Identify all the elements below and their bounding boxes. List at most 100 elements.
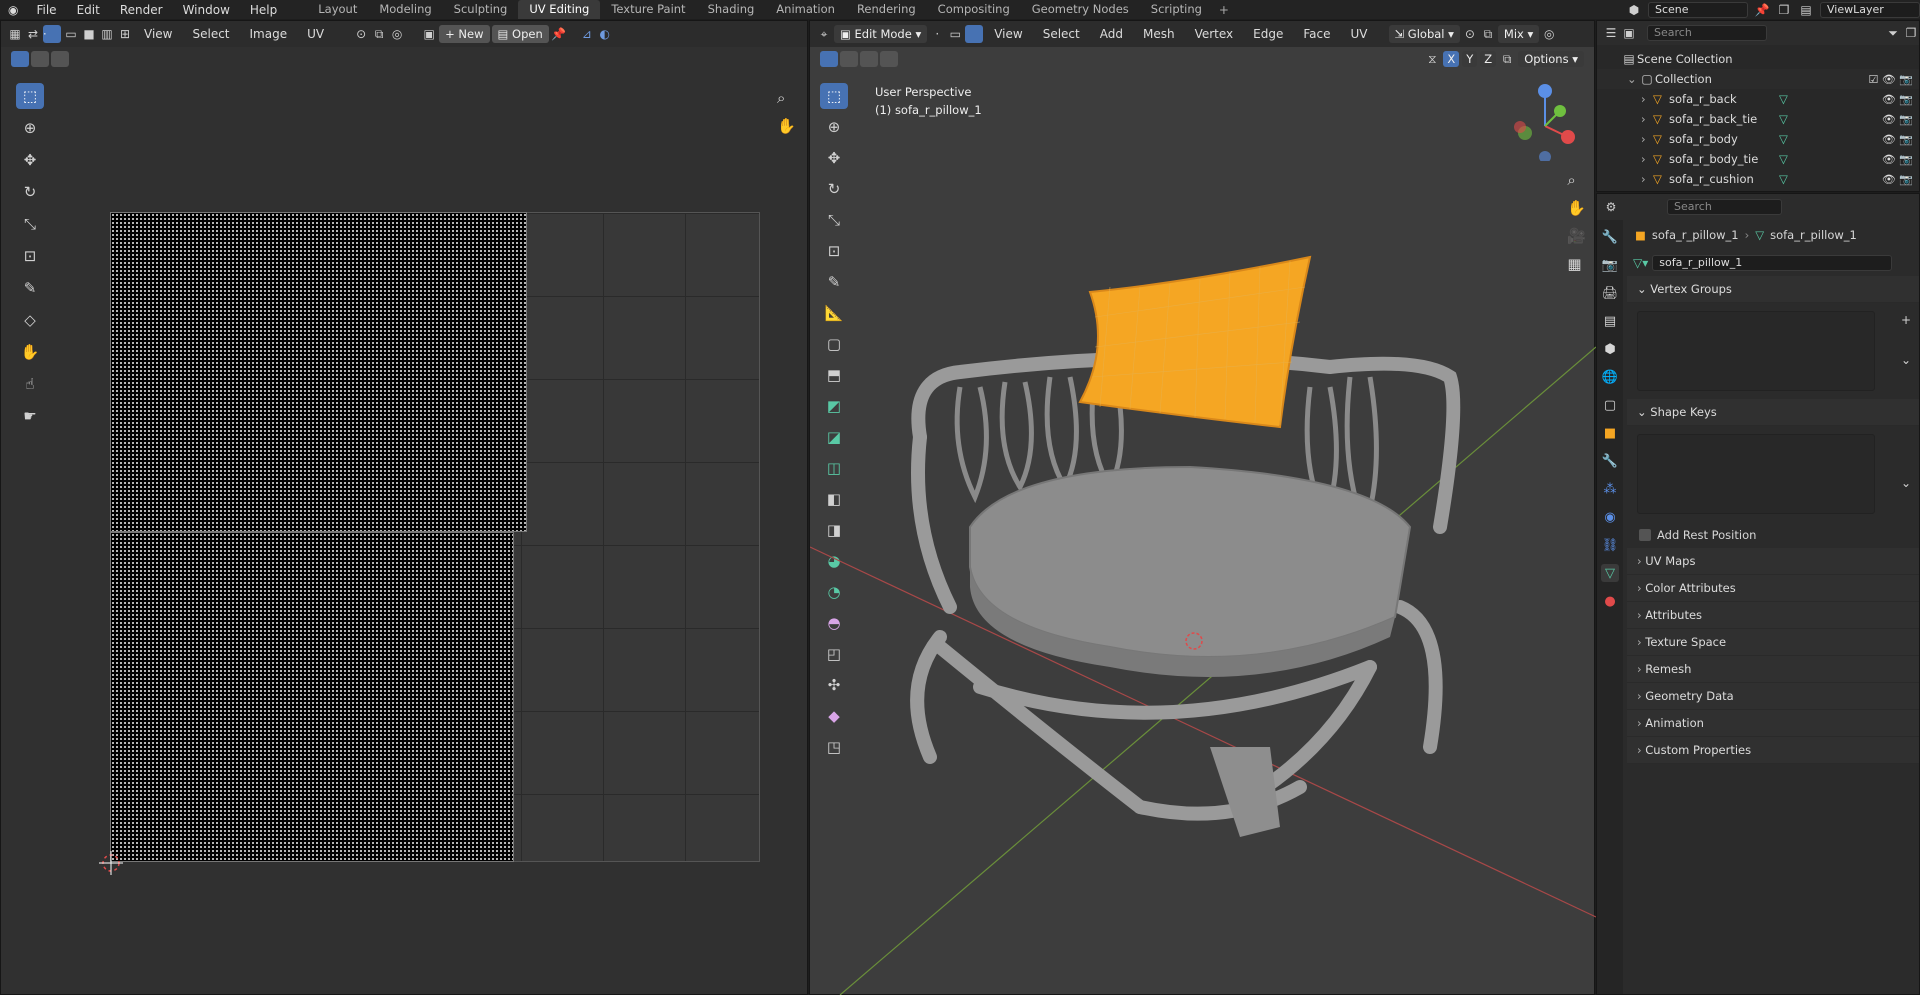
properties-type-icon[interactable]: ⚙	[1603, 199, 1619, 215]
expand-icon[interactable]: ›	[1641, 172, 1653, 186]
island-select-icon[interactable]: ▥	[99, 26, 115, 42]
menu-file[interactable]: File	[26, 3, 66, 17]
rip-tool[interactable]: ◇	[16, 307, 44, 333]
output-tab-icon[interactable]: 🖨	[1601, 284, 1619, 302]
sticky-select-icon[interactable]: ⊞	[117, 26, 133, 42]
vertex-mode-icon[interactable]: ·	[929, 26, 945, 42]
expand-icon[interactable]: ›	[1641, 152, 1653, 166]
workspace-tab-uv-editing[interactable]: UV Editing	[518, 0, 601, 19]
world-tab-icon[interactable]: 🌐	[1601, 368, 1619, 386]
menu-render[interactable]: Render	[110, 3, 173, 17]
annotate-tool[interactable]: ✎	[16, 275, 44, 301]
collection-row[interactable]: ⌄ ▢ Collection ☑ 👁 📷	[1597, 69, 1919, 89]
mesh-name-field[interactable]: sofa_r_pillow_1	[1652, 255, 1893, 271]
menu-edit[interactable]: Edit	[67, 3, 110, 17]
data-tab-icon[interactable]: ▽	[1601, 564, 1619, 582]
cursor-tool[interactable]: ⊕	[16, 115, 44, 141]
uv-select-new-icon[interactable]	[11, 51, 29, 67]
zoom-icon[interactable]: ⌕	[777, 89, 785, 107]
workspace-tab-modeling[interactable]: Modeling	[368, 0, 442, 19]
proportional-icon[interactable]: ◎	[389, 26, 405, 42]
vp-menu-select[interactable]: Select	[1034, 27, 1089, 41]
display-mode-icon[interactable]: ▣	[1621, 25, 1637, 41]
panel-texture-space[interactable]: › Texture Space	[1627, 629, 1919, 656]
object-visibility-icons[interactable]: 👁 📷	[1882, 173, 1913, 186]
properties-search[interactable]: Search	[1667, 199, 1782, 215]
snap-icon[interactable]: ⧉	[1480, 26, 1496, 42]
filter-icon[interactable]: ⏷	[1885, 25, 1901, 41]
blender-logo-icon[interactable]: ◉	[0, 3, 26, 17]
vp-menu-uv[interactable]: UV	[1342, 27, 1377, 41]
outliner-object-row[interactable]: › ▽ sofa_r_cushion ▽ 👁 📷	[1597, 169, 1919, 189]
panel-animation[interactable]: › Animation	[1627, 710, 1919, 737]
edge-mode-icon[interactable]: ▭	[947, 26, 963, 42]
uv-menu-select[interactable]: Select	[183, 27, 238, 41]
collection-visibility-icons[interactable]: ☑ 👁 📷	[1868, 73, 1913, 86]
vp-menu-add[interactable]: Add	[1091, 27, 1132, 41]
outliner-object-row[interactable]: › ▽ sofa_r_back_tie ▽ 👁 📷	[1597, 109, 1919, 129]
overlay-icon[interactable]: ◐	[597, 26, 613, 42]
uv-select-extend-icon[interactable]	[31, 51, 49, 67]
shape-keys-panel[interactable]: ⌄ Shape Keys	[1627, 399, 1919, 426]
add-vertex-group-icon[interactable]: +	[1901, 313, 1911, 327]
panel-uv-maps[interactable]: › UV Maps	[1627, 548, 1919, 575]
scene-field[interactable]: Scene	[1648, 1, 1748, 18]
mode-dropdown[interactable]: ▣ Edit Mode ▾	[834, 25, 928, 43]
face-select-icon[interactable]: ■	[81, 26, 97, 42]
material-tab-icon[interactable]: ●	[1601, 592, 1619, 610]
menu-window[interactable]: Window	[173, 3, 240, 17]
scale-tool[interactable]: ⤡	[16, 211, 44, 237]
open-image-button[interactable]: ▤ Open	[491, 25, 549, 43]
object-tab-icon[interactable]: ■	[1601, 424, 1619, 442]
editor-type-icon[interactable]: ▦	[7, 26, 23, 42]
outliner-search[interactable]: Search	[1647, 25, 1767, 41]
tool-tab-icon[interactable]: 🔧	[1601, 228, 1619, 246]
uv-select-subtract-icon[interactable]	[51, 51, 69, 67]
shape-keys-list[interactable]	[1637, 434, 1875, 514]
viewport-type-icon[interactable]: ⌖	[816, 26, 832, 42]
panel-color-attributes[interactable]: › Color Attributes	[1627, 575, 1919, 602]
vp-menu-mesh[interactable]: Mesh	[1134, 27, 1184, 41]
orientation-dropdown[interactable]: ⇲ Global ▾	[1388, 25, 1460, 43]
scene-tab-icon[interactable]: ⬢	[1601, 340, 1619, 358]
outliner-object-row[interactable]: › ▽ sofa_r_body_tie ▽ 👁 📷	[1597, 149, 1919, 169]
shading-mix-dropdown[interactable]: Mix ▾	[1497, 25, 1540, 43]
select-box-tool[interactable]: ⬚	[16, 83, 44, 109]
scene-collection-row[interactable]: ▤ Scene Collection	[1597, 49, 1919, 69]
shape-key-menu-icon[interactable]: ⌄	[1901, 476, 1911, 490]
move-tool[interactable]: ✥	[16, 147, 44, 173]
uv-sync-icon[interactable]: ⇄	[25, 26, 41, 42]
viewport-scene[interactable]	[810, 47, 1596, 995]
snap-icon[interactable]: ⧉	[371, 26, 387, 42]
add-rest-position-checkbox[interactable]	[1639, 529, 1651, 541]
particles-tab-icon[interactable]: ⁂	[1601, 480, 1619, 498]
vp-menu-view[interactable]: View	[985, 27, 1031, 41]
uv-menu-view[interactable]: View	[135, 27, 181, 41]
face-mode-icon[interactable]	[965, 25, 984, 43]
uv-island-top[interactable]	[110, 212, 527, 532]
object-visibility-icons[interactable]: 👁 📷	[1882, 93, 1913, 106]
vp-menu-edge[interactable]: Edge	[1244, 27, 1292, 41]
new-image-button[interactable]: + New	[439, 25, 490, 43]
vertex-groups-panel[interactable]: ⌄ Vertex Groups	[1627, 276, 1919, 303]
outliner-type-icon[interactable]: ☰	[1603, 25, 1619, 41]
panel-attributes[interactable]: › Attributes	[1627, 602, 1919, 629]
workspace-tab-layout[interactable]: Layout	[307, 0, 368, 19]
edge-select-icon[interactable]: ▭	[63, 26, 79, 42]
workspace-tab-animation[interactable]: Animation	[765, 0, 846, 19]
outliner-object-row[interactable]: › ▽ sofa_r_back ▽ 👁 📷	[1597, 89, 1919, 109]
outliner-object-row[interactable]: › ▽ sofa_r_body ▽ 👁 📷	[1597, 129, 1919, 149]
proportional-icon[interactable]: ◎	[1541, 26, 1557, 42]
workspace-tab-sculpting[interactable]: Sculpting	[443, 0, 519, 19]
uv-island-bottom[interactable]	[110, 532, 514, 862]
menu-help[interactable]: Help	[240, 3, 287, 17]
vertex-select-icon[interactable]: ·	[43, 25, 61, 43]
render-tab-icon[interactable]: 📷	[1601, 256, 1619, 274]
relax-tool[interactable]: ☝	[16, 371, 44, 397]
collection-tab-icon[interactable]: ▢	[1601, 396, 1619, 414]
pan-hand-icon[interactable]: ✋	[777, 117, 796, 135]
workspace-tab-compositing[interactable]: Compositing	[927, 0, 1021, 19]
uv-display-icon[interactable]: ⊿	[579, 26, 595, 42]
expand-icon[interactable]: ⌄	[1627, 72, 1639, 86]
uv-menu-image[interactable]: Image	[241, 27, 297, 41]
